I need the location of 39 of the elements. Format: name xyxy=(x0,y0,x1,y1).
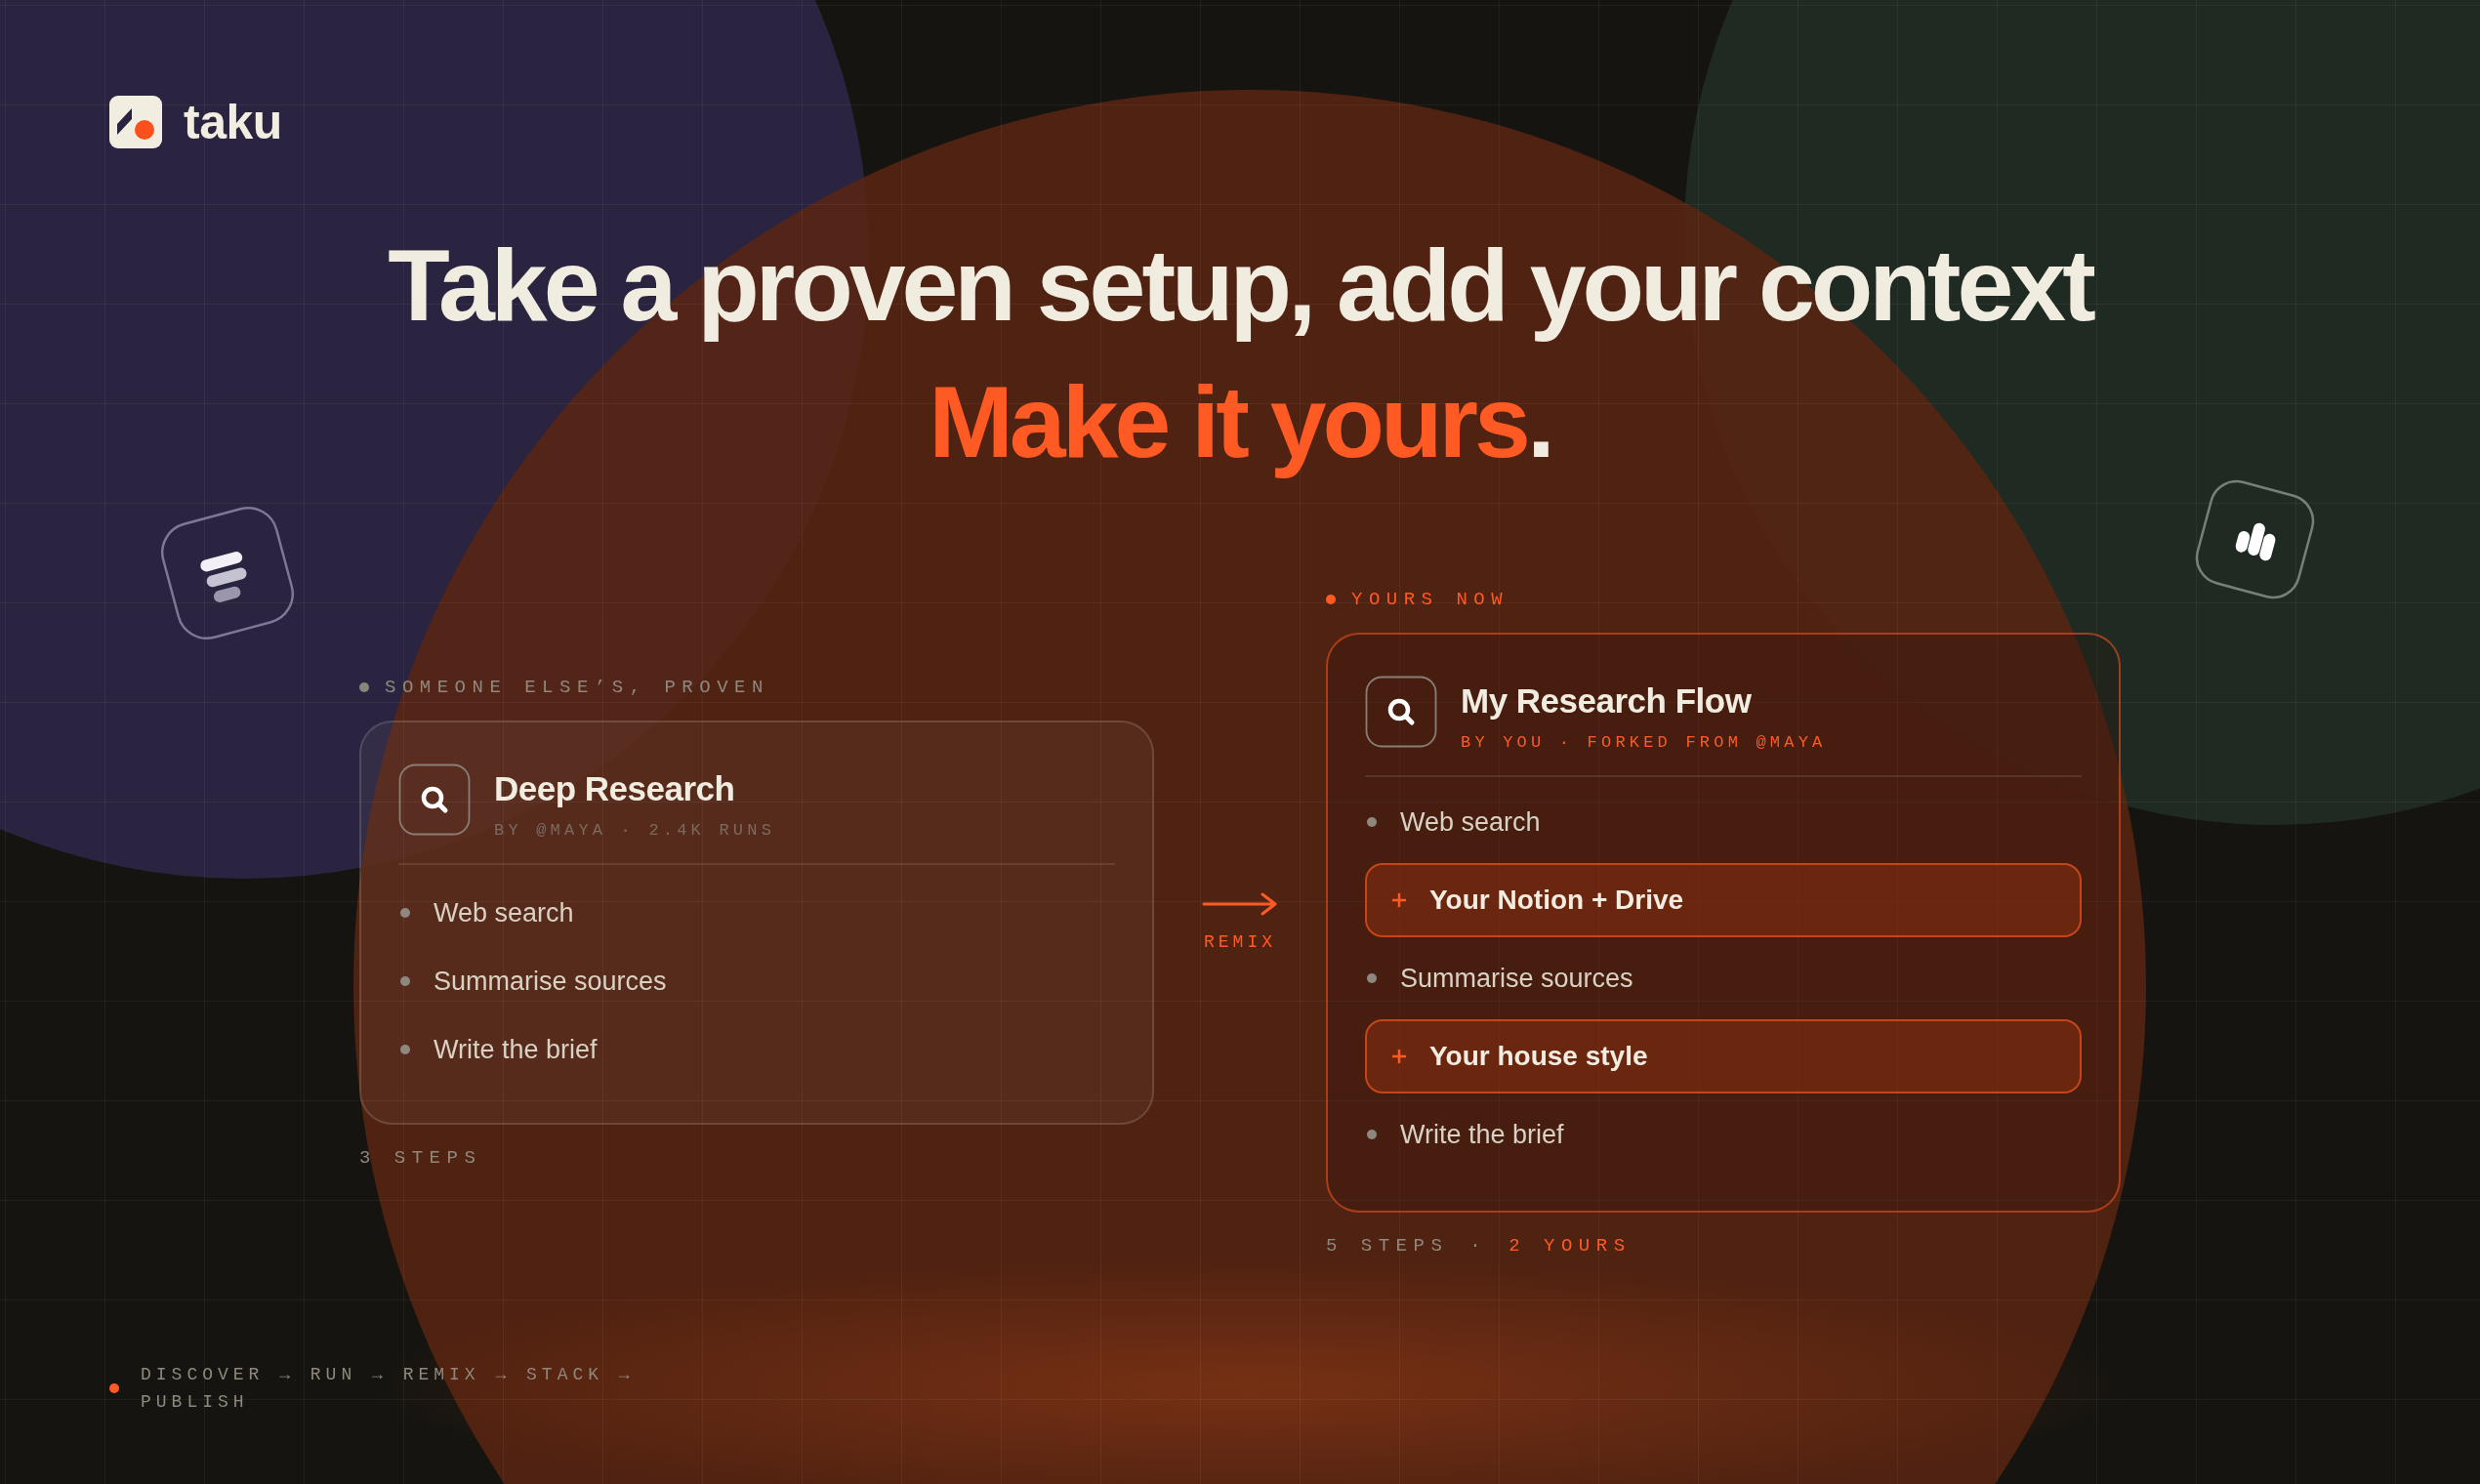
headline-period: . xyxy=(1526,365,1551,478)
plus-icon xyxy=(1392,1050,1406,1063)
bullet-icon xyxy=(400,1045,410,1054)
bullet-icon xyxy=(1367,1130,1377,1139)
added-step: Your Notion + Drive xyxy=(1365,863,2082,937)
logo-icon xyxy=(109,96,162,148)
step-text: Web search xyxy=(434,897,574,928)
bullet-icon xyxy=(1367,973,1377,983)
headline-accent: Make it yours xyxy=(929,365,1527,478)
process-steps: DISCOVER → RUN → REMIX → STACK → PUBLISH xyxy=(141,1361,668,1416)
section-label: SOMEONE ELSE’S, PROVEN xyxy=(385,676,769,699)
step-text: Write the brief xyxy=(1400,1119,1564,1150)
step-text: Web search xyxy=(1400,806,1541,838)
plus-icon xyxy=(1392,893,1406,907)
arrow-icon xyxy=(1202,891,1278,917)
headline: Take a proven setup, add your context xyxy=(388,227,2092,344)
search-icon xyxy=(1365,676,1437,748)
separator-dot: · xyxy=(1469,1234,1488,1257)
section-label: YOURS NOW xyxy=(1351,588,1509,611)
bullet-icon xyxy=(359,682,369,692)
step-text: Write the brief xyxy=(434,1034,598,1065)
card-title: My Research Flow xyxy=(1461,680,1753,721)
bullet-icon xyxy=(1326,595,1336,604)
step-count: 5 STEPS xyxy=(1326,1234,1449,1257)
yours-count: 2 YOURS xyxy=(1509,1234,1632,1257)
step-text: Summarise sources xyxy=(434,966,667,997)
bullet-icon xyxy=(400,908,410,918)
card-title: Deep Research xyxy=(494,768,736,809)
remix-label: REMIX xyxy=(1204,931,1276,954)
added-step: Your house style xyxy=(1365,1019,2082,1093)
bullet-icon xyxy=(1367,817,1377,827)
search-icon xyxy=(398,763,471,836)
bullet-icon xyxy=(109,1383,119,1393)
step-count: 3 STEPS xyxy=(359,1146,482,1170)
bullet-icon xyxy=(400,976,410,986)
step-text: Summarise sources xyxy=(1400,963,1633,994)
card-meta: BY @MAYA · 2.4K RUNS xyxy=(494,820,776,842)
brand-name: taku xyxy=(184,98,282,146)
card-meta: BY YOU · FORKED FROM @MAYA xyxy=(1461,732,1827,754)
